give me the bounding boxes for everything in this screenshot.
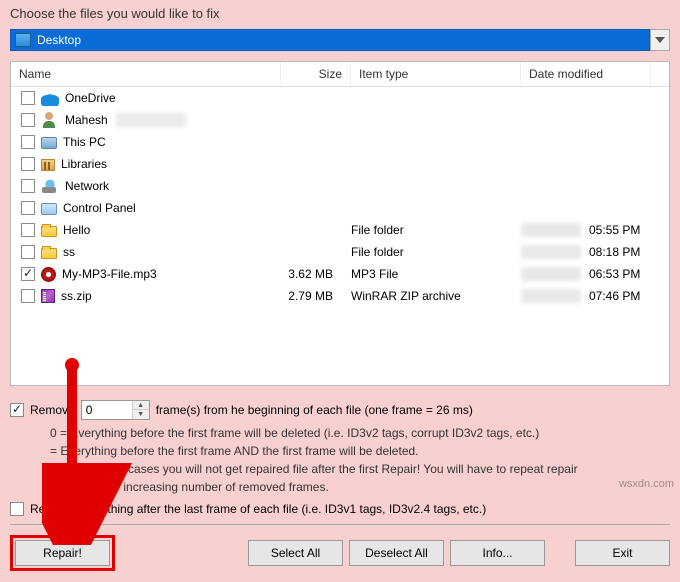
file-checkbox[interactable] bbox=[21, 135, 35, 149]
remove-after-row: Remove everything after the last frame o… bbox=[10, 502, 670, 525]
help-notes: 0 = Everything before the first frame wi… bbox=[50, 424, 670, 496]
header-size[interactable]: Size bbox=[281, 62, 351, 86]
file-row[interactable]: ss.zip 2.79 MBWinRAR ZIP archive07:46 PM bbox=[11, 285, 669, 307]
file-row[interactable]: Mahesh bbox=[11, 109, 669, 131]
lib-icon bbox=[41, 159, 55, 171]
file-name: Libraries bbox=[61, 157, 107, 171]
path-label: Desktop bbox=[37, 33, 81, 47]
file-checkbox[interactable] bbox=[21, 267, 35, 281]
file-list: Name Size Item type Date modified OneDri… bbox=[10, 61, 670, 386]
file-name: Mahesh bbox=[65, 113, 108, 127]
path-field[interactable]: Desktop bbox=[10, 29, 650, 51]
info-button[interactable]: Info... bbox=[450, 540, 545, 566]
header-type[interactable]: Item type bbox=[351, 62, 521, 86]
frames-input[interactable] bbox=[82, 401, 132, 419]
file-row[interactable]: My-MP3-File.mp3 3.62 MBMP3 File06:53 PM bbox=[11, 263, 669, 285]
note-line-1: 0 = Everything before the first frame wi… bbox=[50, 424, 670, 442]
desktop-icon bbox=[15, 33, 31, 47]
file-name: Network bbox=[65, 179, 109, 193]
header-date[interactable]: Date modified bbox=[521, 62, 651, 86]
file-date: 06:53 PM bbox=[513, 267, 643, 281]
user-icon bbox=[41, 112, 59, 128]
button-bar: Repair! Select All Deselect All Info... … bbox=[10, 535, 670, 571]
redacted bbox=[116, 113, 186, 127]
folder-icon bbox=[41, 248, 57, 259]
deselect-all-button[interactable]: Deselect All bbox=[349, 540, 444, 566]
file-checkbox[interactable] bbox=[21, 223, 35, 237]
remove-checkbox[interactable] bbox=[10, 403, 24, 417]
file-size: 3.62 MB bbox=[273, 267, 343, 281]
repair-button[interactable]: Repair! bbox=[15, 540, 110, 566]
file-name: ss bbox=[63, 245, 75, 259]
redacted-date bbox=[521, 223, 581, 237]
file-date: 05:55 PM bbox=[513, 223, 643, 237]
file-row[interactable]: Control Panel bbox=[11, 197, 669, 219]
file-size: 2.79 MB bbox=[273, 289, 343, 303]
header-name[interactable]: Name bbox=[11, 62, 281, 86]
remove-after-checkbox[interactable] bbox=[10, 502, 24, 516]
file-checkbox[interactable] bbox=[21, 179, 35, 193]
file-row[interactable]: Hello File folder05:55 PM bbox=[11, 219, 669, 241]
file-type: WinRAR ZIP archive bbox=[343, 289, 513, 303]
column-headers: Name Size Item type Date modified bbox=[11, 62, 669, 87]
file-row[interactable]: ss File folder08:18 PM bbox=[11, 241, 669, 263]
file-row[interactable]: OneDrive bbox=[11, 87, 669, 109]
remove-frames-row: Remove ▲ ▼ frame(s) from he beginning of… bbox=[10, 400, 670, 420]
file-row[interactable]: This PC bbox=[11, 131, 669, 153]
remove-after-label: Remove everything after the last frame o… bbox=[30, 502, 486, 516]
file-name: ss.zip bbox=[61, 289, 92, 303]
path-dropdown-button[interactable] bbox=[650, 29, 670, 51]
file-type: File folder bbox=[343, 245, 513, 259]
spinner-down-icon[interactable]: ▼ bbox=[133, 410, 149, 419]
redacted-date bbox=[521, 245, 581, 259]
file-name: This PC bbox=[63, 135, 106, 149]
redacted-date bbox=[521, 267, 581, 281]
path-selector: Desktop bbox=[10, 29, 670, 51]
file-type: File folder bbox=[343, 223, 513, 237]
file-type: MP3 File bbox=[343, 267, 513, 281]
redacted-date bbox=[521, 289, 581, 303]
watermark: wsxdn.com bbox=[619, 478, 674, 490]
note-line-2: = Everything before the first frame AND … bbox=[50, 442, 670, 460]
note-line-3: Note: In some cases you will not get rep… bbox=[50, 460, 670, 478]
file-checkbox[interactable] bbox=[21, 289, 35, 303]
zip-icon bbox=[41, 289, 55, 303]
file-checkbox[interactable] bbox=[21, 201, 35, 215]
file-date: 07:46 PM bbox=[513, 289, 643, 303]
cloud-icon bbox=[41, 90, 59, 106]
frames-spinner[interactable]: ▲ ▼ bbox=[81, 400, 150, 420]
spinner-up-icon[interactable]: ▲ bbox=[133, 401, 149, 410]
cp-icon bbox=[41, 203, 57, 215]
file-checkbox[interactable] bbox=[21, 157, 35, 171]
file-row[interactable]: Libraries bbox=[11, 153, 669, 175]
select-all-button[interactable]: Select All bbox=[248, 540, 343, 566]
file-date: 08:18 PM bbox=[513, 245, 643, 259]
file-name: Control Panel bbox=[63, 201, 136, 215]
remove-label: Remove bbox=[30, 403, 75, 417]
exit-button[interactable]: Exit bbox=[575, 540, 670, 566]
file-name: Hello bbox=[63, 223, 90, 237]
file-checkbox[interactable] bbox=[21, 91, 35, 105]
folder-icon bbox=[41, 226, 57, 237]
remove-suffix: frame(s) from he beginning of each file … bbox=[156, 403, 473, 417]
note-line-4: procedure by increasing number of remove… bbox=[50, 478, 670, 496]
mp3-icon bbox=[41, 267, 56, 282]
chevron-down-icon bbox=[655, 37, 665, 43]
file-name: OneDrive bbox=[65, 91, 116, 105]
file-row[interactable]: Network bbox=[11, 175, 669, 197]
dialog-title: Choose the files you would like to fix bbox=[0, 0, 680, 25]
file-name: My-MP3-File.mp3 bbox=[62, 267, 157, 281]
file-checkbox[interactable] bbox=[21, 113, 35, 127]
net-icon bbox=[41, 178, 59, 194]
pc-icon bbox=[41, 137, 57, 149]
file-checkbox[interactable] bbox=[21, 245, 35, 259]
